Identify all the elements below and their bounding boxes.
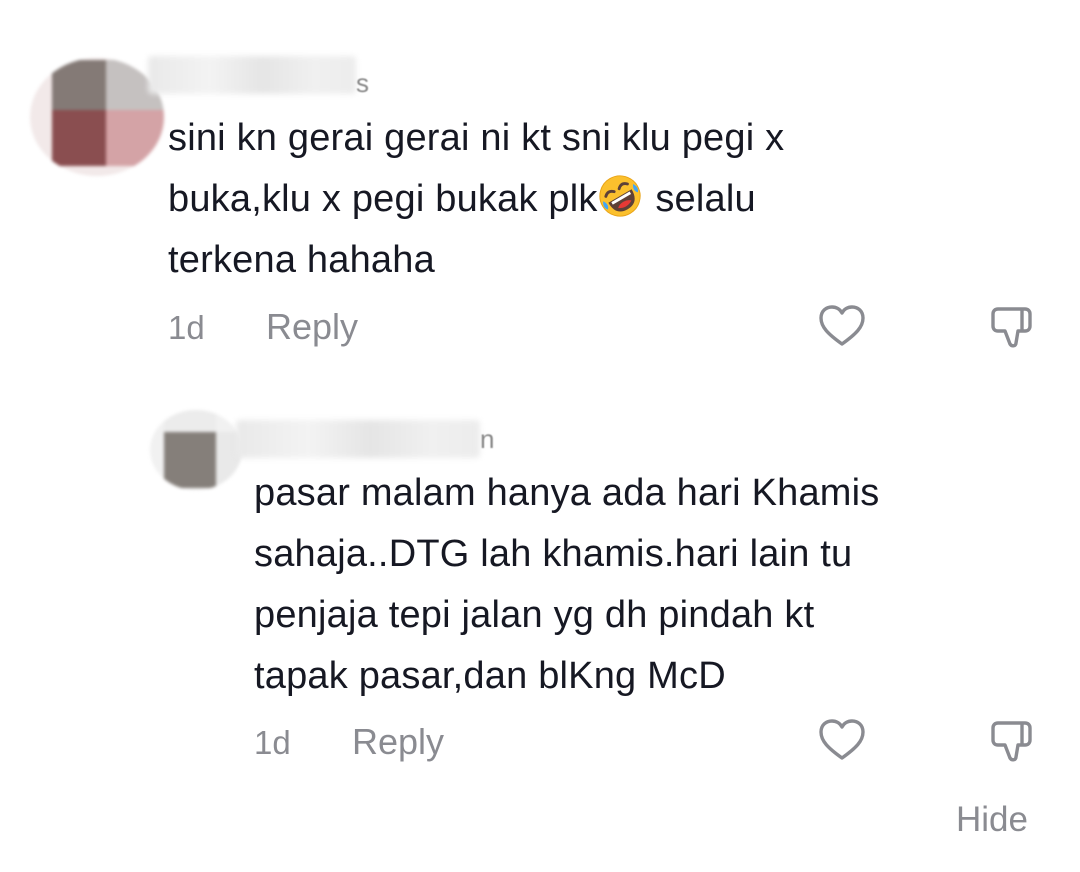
heart-outline-icon[interactable] [818,304,866,348]
reply-button[interactable]: Reply [266,306,358,348]
rolling-on-floor-laughing-emoji [598,175,641,217]
comment-time: 1d [168,309,205,346]
reply-button[interactable]: Reply [352,721,444,763]
comment-text: pasar malam hanya ada hari Khamis sahaja… [254,472,880,697]
hide-replies-button[interactable]: Hide [956,800,1028,840]
avatar[interactable] [150,410,242,490]
comment-time: 1d [254,724,291,761]
username-redacted [148,56,356,94]
username-tail: n [480,424,495,454]
heart-outline-icon[interactable] [818,718,866,762]
comment-text: sini kn gerai gerai ni kt sni klu pegi x… [168,108,1028,291]
username-tail: s [356,68,369,98]
username-redacted [236,420,480,458]
thumbs-down-outline-icon[interactable] [990,304,1038,352]
thumbs-down-outline-icon[interactable] [990,718,1038,766]
avatar[interactable] [30,58,164,176]
